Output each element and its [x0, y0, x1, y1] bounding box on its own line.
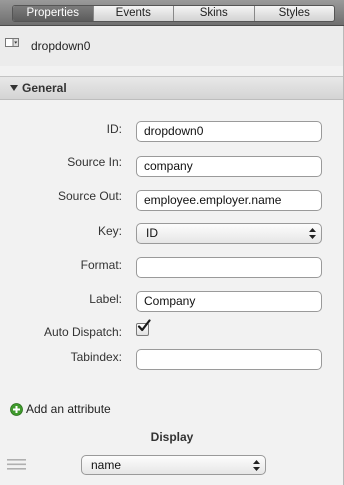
display-select[interactable]: name	[81, 455, 266, 475]
add-circle-icon	[10, 403, 23, 416]
id-label: ID:	[106, 122, 122, 136]
source-in-label: Source In:	[67, 155, 122, 169]
add-attribute-label: Add an attribute	[26, 402, 111, 416]
tab-events[interactable]: Events	[92, 6, 174, 21]
display-title: Display	[150, 430, 194, 444]
section-header-general[interactable]: General	[0, 76, 344, 100]
tabindex-field[interactable]	[136, 349, 322, 370]
source-out-field[interactable]: employee.employer.name	[136, 190, 322, 211]
source-in-field[interactable]: company	[136, 156, 322, 177]
tab-bar: Properties Events Skins Styles	[0, 0, 344, 26]
label-label: Label:	[89, 292, 122, 306]
component-name: dropdown0	[31, 39, 91, 53]
tab-properties[interactable]: Properties	[13, 6, 93, 21]
drag-handle-icon[interactable]	[7, 459, 26, 470]
select-arrows-icon	[253, 460, 260, 471]
auto-dispatch-label: Auto Dispatch:	[43, 325, 122, 339]
tabindex-label: Tabindex:	[70, 350, 122, 364]
select-arrows-icon	[309, 228, 316, 239]
checkmark-icon	[137, 319, 151, 332]
format-label: Format:	[80, 258, 122, 272]
component-header: dropdown0	[0, 26, 344, 66]
section-title: General	[22, 81, 67, 95]
source-out-label: Source Out:	[57, 189, 122, 203]
dropdown-component-icon	[5, 38, 19, 47]
key-label: Key:	[97, 224, 122, 238]
format-field[interactable]	[136, 257, 322, 278]
display-select-value: name	[91, 458, 122, 472]
label-field[interactable]: Company	[136, 291, 322, 312]
disclosure-triangle-icon[interactable]	[10, 85, 18, 91]
tab-group: Properties Events Skins Styles	[12, 5, 335, 22]
tab-skins[interactable]: Skins	[173, 6, 254, 21]
key-select[interactable]: ID	[136, 223, 322, 244]
id-field[interactable]: dropdown0	[136, 121, 322, 142]
key-select-value: ID	[146, 226, 158, 240]
tab-styles[interactable]: Styles	[253, 6, 335, 21]
